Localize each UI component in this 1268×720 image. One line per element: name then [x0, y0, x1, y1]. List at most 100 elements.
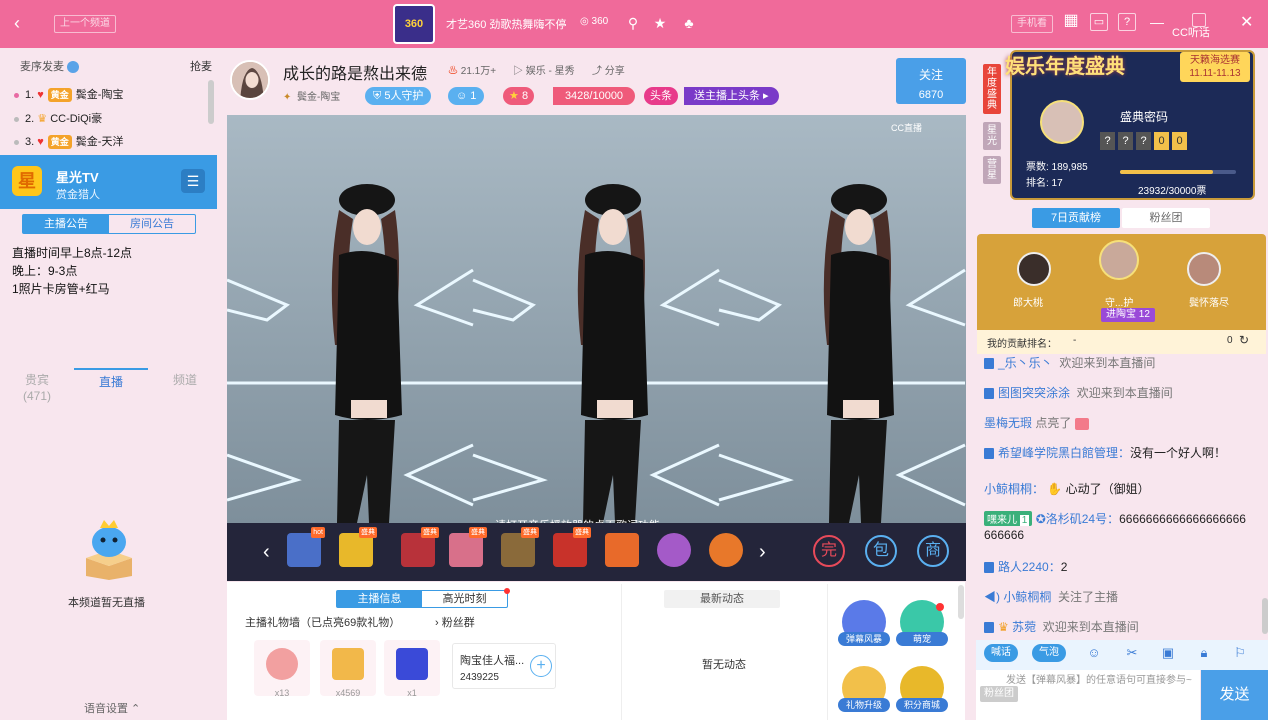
channel-star-icon: 星	[12, 166, 42, 196]
gift-item[interactable]: 盛典	[449, 527, 487, 567]
gift-item[interactable]	[709, 533, 743, 567]
gift-item[interactable]: hot	[287, 527, 325, 567]
rank-row[interactable]: 2. ♛ CC-DiQi豪	[14, 110, 102, 126]
gift-upgrade-button[interactable]: 礼物升级	[838, 666, 890, 712]
tab-7day-contrib[interactable]: 7日贡献榜	[1032, 208, 1120, 228]
refresh-icon[interactable]: ↻	[1239, 333, 1249, 347]
chat-message[interactable]: 嘿来儿 1 ✪洛杉矶24号：6666666666666666666	[984, 510, 1246, 527]
chat-message[interactable]: 小鲸桐桐： ✋ 心动了（御姐）	[984, 480, 1150, 497]
menu-icon[interactable]: ☰	[181, 169, 205, 193]
shout-button[interactable]: 喊话	[984, 644, 1018, 662]
tab-room-notice[interactable]: 房间公告	[109, 215, 195, 233]
contrib-podium: 郎大桃 守...护 鬓怀落尽 进陶宝 12 我的贡献排名： - 0 ↻	[977, 234, 1266, 354]
category-link[interactable]: ▷ 娱乐 - 星秀	[513, 62, 575, 77]
lock-icon[interactable]: 🔒︎	[1196, 645, 1212, 661]
chat-message[interactable]: 墨梅无瑕 点亮了	[984, 414, 1089, 431]
grab-mic-button[interactable]: 抢麦	[190, 58, 212, 74]
tab-channel[interactable]: 频道	[148, 368, 222, 408]
scissors-icon[interactable]: ✂	[1124, 645, 1140, 661]
wall-gift[interactable]: x4569	[320, 640, 376, 698]
gift-item[interactable]	[605, 533, 639, 567]
star-icon[interactable]: ★	[651, 13, 669, 33]
fans-pill[interactable]: ☺ 1	[448, 87, 485, 105]
add-icon[interactable]: +	[530, 655, 552, 677]
podium-name: 郎大桃	[1013, 298, 1043, 309]
minimize-icon[interactable]: —	[1150, 14, 1164, 30]
actions-scrollbar[interactable]	[958, 585, 964, 619]
side-tab-star[interactable]: 星光	[983, 122, 1001, 150]
gift-item[interactable]: 盛典	[339, 527, 377, 567]
danmu-storm-button[interactable]: 弹幕风暴	[838, 600, 890, 646]
tab-live[interactable]: 直播	[74, 368, 148, 408]
shop-icon[interactable]: 商	[917, 535, 949, 567]
gift-item[interactable]: 盛典	[553, 527, 591, 567]
bag-icon[interactable]: 包	[865, 535, 897, 567]
channel-card[interactable]: 星 星光TV 赏金猎人 ☰	[0, 155, 217, 209]
fanclub-card[interactable]: 陶宝佳人福... 2439225 +	[452, 643, 556, 689]
chat-user-icon	[984, 358, 994, 370]
tab-anchor-info[interactable]: 主播信息	[337, 591, 422, 607]
send-button[interactable]: 发送	[1201, 670, 1268, 720]
level-pill[interactable]: ★ 8	[503, 87, 535, 105]
video-player[interactable]: CC直播	[227, 115, 966, 523]
notice-line: 1照片卡房管+红马	[12, 282, 110, 296]
podium-name: 守...护	[1105, 298, 1134, 309]
podium-avatar[interactable]	[1099, 240, 1139, 280]
chat-scrollbar[interactable]	[1262, 598, 1268, 634]
wall-gift[interactable]: x1	[384, 640, 440, 698]
chat-message[interactable]: ◀) 小鲸桐桐 关注了主播	[984, 588, 1118, 605]
headline-button[interactable]: 送主播上头条 ▸	[684, 87, 779, 105]
help-icon[interactable]: ?	[1118, 13, 1136, 31]
wall-gift[interactable]: x13	[254, 640, 310, 698]
gift-next-icon[interactable]: ›	[759, 541, 766, 564]
chat-message[interactable]: ♛ 苏菀 欢迎来到本直播间	[984, 618, 1139, 635]
tab-highlights[interactable]: 高光时刻	[422, 591, 507, 607]
rank-row[interactable]: 1. ♥ 黄金 鬓金-陶宝	[14, 86, 123, 102]
fan-club-badge[interactable]: 粉丝团	[980, 686, 1018, 702]
fans-group-link[interactable]: › 粉丝群	[435, 614, 475, 630]
share-button[interactable]: ⤴ 分享	[592, 62, 625, 77]
people-icon[interactable]: ♣	[680, 13, 698, 33]
chat-user-icon	[984, 562, 994, 574]
side-tab-camp[interactable]: 营星	[983, 156, 1001, 184]
tab-vip[interactable]: 贵宾 (471)	[0, 368, 74, 408]
voice-settings-button[interactable]: 语音设置 ⌃	[84, 700, 140, 716]
back-button[interactable]: ‹	[8, 12, 26, 34]
image-icon[interactable]: ▣	[1160, 645, 1176, 661]
rank-header: 麦序发麦	[20, 58, 80, 74]
bubble-button[interactable]: 气泡	[1032, 644, 1066, 662]
grid-icon[interactable]: ▦	[1062, 13, 1080, 31]
pin-icon[interactable]: ⚲	[624, 13, 642, 33]
rank-name: CC-DiQi豪	[50, 113, 103, 125]
info-icon[interactable]	[67, 61, 80, 74]
window-icon[interactable]: ▭	[1090, 13, 1108, 31]
points-mall-button[interactable]: 积分商城	[896, 666, 948, 712]
prev-channel-button[interactable]: 上一个频道	[54, 15, 116, 33]
side-tab-annual[interactable]: 年度盛典	[983, 64, 1001, 114]
close-icon[interactable]: ✕	[1240, 12, 1253, 32]
gift-wall-label[interactable]: 主播礼物墙（已点亮69款礼物）	[245, 614, 400, 630]
gift-prev-icon[interactable]: ‹	[263, 541, 270, 564]
star-badge-icon: ✪	[1035, 512, 1046, 526]
finish-icon[interactable]: 完	[813, 535, 845, 567]
gift-item[interactable]: 盛典	[401, 527, 439, 567]
gift-item[interactable]	[657, 533, 691, 567]
video-watermark: CC直播	[891, 123, 922, 133]
tab-fan-club[interactable]: 粉丝团	[1122, 208, 1210, 228]
podium-avatar[interactable]	[1187, 252, 1221, 286]
emoji-icon[interactable]: ☺	[1086, 645, 1102, 661]
chat-message[interactable]: 希望峰学院黑白館管理：没有一个好人啊！	[984, 444, 1226, 461]
rank-row[interactable]: 3. ♥ 黄金 鬓金-天洋	[14, 133, 123, 149]
anchor-avatar[interactable]	[230, 60, 270, 100]
pin-icon[interactable]: ⚐	[1232, 645, 1248, 661]
gift-item[interactable]: 盛典	[501, 527, 539, 567]
follow-button[interactable]: 关注 6870	[896, 58, 966, 104]
podium-avatar[interactable]	[1017, 252, 1051, 286]
chat-message[interactable]: _乐丶乐丶 欢迎来到本直播间	[984, 354, 1155, 371]
guard-pill[interactable]: ⛨ 5人守护	[365, 87, 432, 105]
tab-anchor-notice[interactable]: 主播公告	[23, 215, 109, 233]
chat-message[interactable]: 路人2240：2	[984, 558, 1067, 575]
rank-scrollbar[interactable]	[208, 80, 214, 124]
chat-message[interactable]: 图图突突涂涂 欢迎来到本直播间	[984, 384, 1173, 401]
phone-watch-button[interactable]: 手机看	[1011, 15, 1053, 33]
